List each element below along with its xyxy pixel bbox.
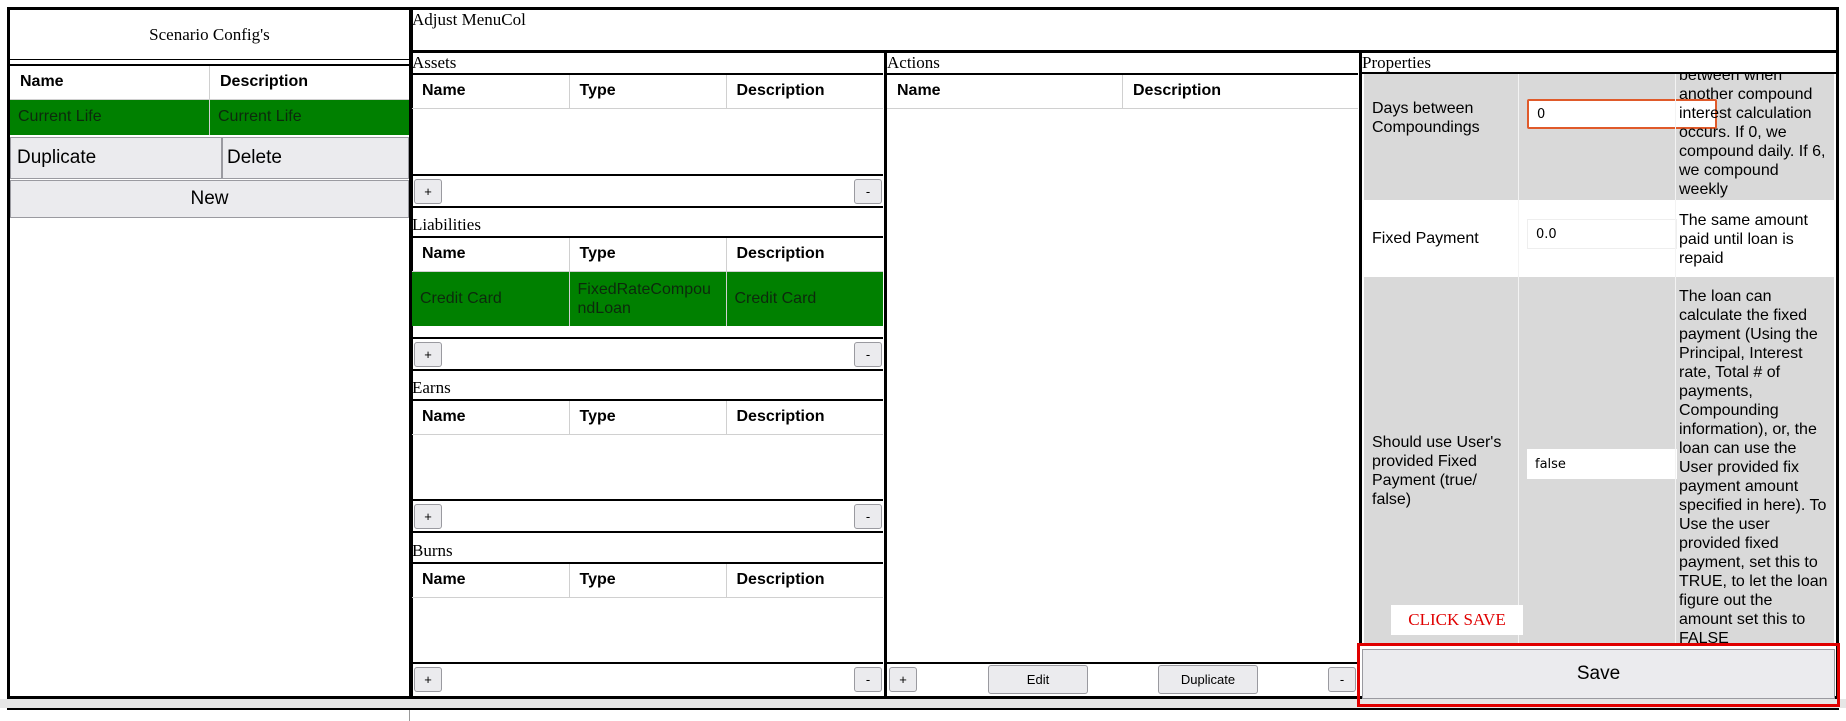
earns-section-label: Earns xyxy=(412,378,451,397)
liability-name-cell: Credit Card xyxy=(412,271,570,326)
property-description: The same amount paid until loan is repai… xyxy=(1679,212,1808,267)
column-header-name: Name xyxy=(412,562,570,598)
column-header-name: Name xyxy=(412,399,570,435)
remove-burn-button[interactable]: - xyxy=(854,667,882,692)
actions-toolbar xyxy=(887,662,1359,697)
property-row: Days between Compoundings 0 between when… xyxy=(1364,74,1834,200)
column-header-description: Description xyxy=(726,562,883,598)
duplicate-scenario-button[interactable]: Duplicate xyxy=(10,137,222,179)
property-description: between when another compound interest c… xyxy=(1679,74,1826,198)
earns-toolbar xyxy=(412,499,883,533)
column-header-name: Name xyxy=(412,236,570,272)
burns-toolbar xyxy=(412,662,883,697)
add-asset-button[interactable]: + xyxy=(414,179,442,204)
new-scenario-button[interactable]: New xyxy=(10,180,409,218)
header-divider xyxy=(412,50,1837,53)
remove-earn-button[interactable]: - xyxy=(854,504,882,529)
property-name: Fixed Payment xyxy=(1372,230,1479,247)
column-header-type: Type xyxy=(569,562,727,598)
property-description: The loan can calculate the fixed payment… xyxy=(1679,288,1828,644)
fixed-payment-input[interactable]: 0.0 xyxy=(1527,219,1677,249)
properties-section-label: Properties xyxy=(1362,53,1431,72)
column-header-description: Description xyxy=(726,236,883,272)
table-row[interactable]: Current Life Current Life xyxy=(10,99,409,135)
earns-table: Name Type Description xyxy=(412,399,883,435)
duplicate-action-button[interactable]: Duplicate xyxy=(1158,665,1258,694)
column-divider xyxy=(884,52,887,697)
table-row[interactable]: Credit Card FixedRateCompoundLoan Credit… xyxy=(412,271,883,326)
save-button[interactable]: Save xyxy=(1362,649,1835,699)
burns-section-label: Burns xyxy=(412,541,453,560)
click-save-annotation: CLICK SAVE xyxy=(1391,605,1523,635)
column-header-type: Type xyxy=(569,399,727,435)
add-action-button[interactable]: + xyxy=(889,667,917,692)
delete-scenario-button[interactable]: Delete xyxy=(222,137,409,179)
actions-table: Name Description xyxy=(887,73,1358,109)
liabilities-table: Name Type Description Credit Card FixedR… xyxy=(412,236,883,326)
property-column-divider xyxy=(1518,74,1519,644)
page-title: Adjust MenuCol xyxy=(412,10,526,29)
scenario-description-cell: Current Life xyxy=(209,99,409,135)
assets-table: Name Type Description xyxy=(412,73,883,109)
add-burn-button[interactable]: + xyxy=(414,667,442,692)
property-row: Fixed Payment 0.0 The same amount paid u… xyxy=(1364,201,1834,276)
use-fixed-payment-input[interactable]: false xyxy=(1527,449,1677,479)
remove-asset-button[interactable]: - xyxy=(854,179,882,204)
column-header-type: Type xyxy=(569,236,727,272)
column-header-description: Description xyxy=(726,73,883,109)
column-header-type: Type xyxy=(569,73,727,109)
scenario-name-cell: Current Life xyxy=(10,99,210,135)
liabilities-toolbar xyxy=(412,337,883,371)
footer-divider xyxy=(7,708,1839,710)
property-row: Should use User's provided Fixed Payment… xyxy=(1364,277,1834,644)
column-header-name: Name xyxy=(412,73,570,109)
actions-section-label: Actions xyxy=(887,53,940,72)
scenario-table: Name Description Current Life Current Li… xyxy=(10,64,409,135)
liabilities-section-label: Liabilities xyxy=(412,215,481,234)
add-liability-button[interactable]: + xyxy=(414,342,442,367)
edit-action-button[interactable]: Edit xyxy=(988,665,1088,694)
properties-grid: Days between Compoundings 0 between when… xyxy=(1362,74,1836,644)
column-header-description: Description xyxy=(726,399,883,435)
liability-type-cell: FixedRateCompoundLoan xyxy=(569,271,727,326)
property-column-divider xyxy=(1675,74,1676,644)
assets-toolbar xyxy=(412,174,883,208)
remove-liability-button[interactable]: - xyxy=(854,342,882,367)
assets-section-label: Assets xyxy=(412,53,457,72)
column-header-name: Name xyxy=(10,64,210,100)
add-earn-button[interactable]: + xyxy=(414,504,442,529)
column-header-name: Name xyxy=(887,73,1123,109)
footer-divider xyxy=(409,710,410,721)
column-header-description: Description xyxy=(209,64,409,100)
remove-action-button[interactable]: - xyxy=(1328,667,1356,692)
liability-description-cell: Credit Card xyxy=(726,271,883,326)
column-header-description: Description xyxy=(1122,73,1358,109)
property-name: Should use User's provided Fixed Payment… xyxy=(1372,434,1502,508)
property-name: Days between Compoundings xyxy=(1372,100,1480,136)
burns-table: Name Type Description xyxy=(412,562,883,598)
scenario-panel-title: Scenario Config's xyxy=(10,10,409,60)
